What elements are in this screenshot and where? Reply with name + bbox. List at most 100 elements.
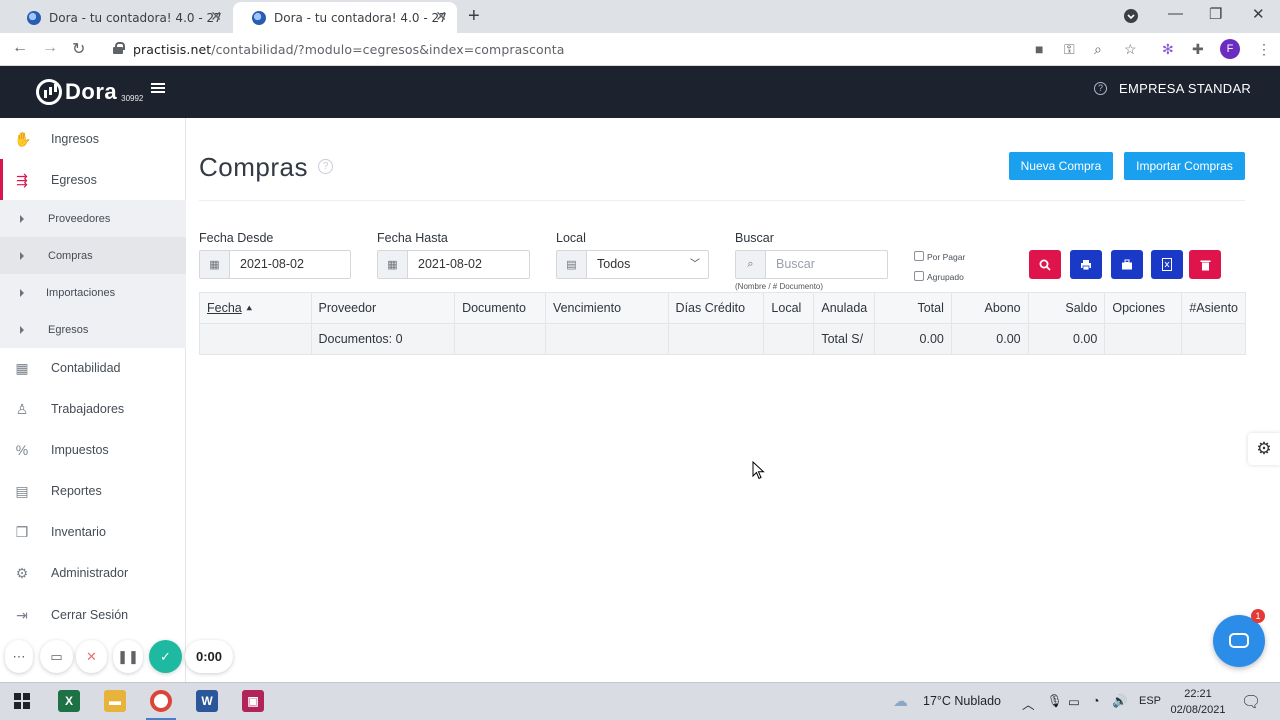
print-icon (1081, 259, 1091, 270)
sidebar-item-label: Cerrar Sesión (51, 607, 129, 622)
importar-compras-button[interactable]: Importar Compras (1124, 152, 1245, 180)
recorder-camera-button[interactable]: ▭ (40, 640, 73, 673)
dora-logo[interactable]: Dora 30992 (36, 79, 143, 105)
help-icon[interactable]: ? (318, 159, 333, 174)
fecha-hasta-field[interactable]: ▦ 2021-08-02 (377, 250, 530, 279)
sidebar-item-administrador[interactable]: ⚙ Administrador (0, 552, 186, 593)
browser-tab-2[interactable]: Dora - tu contadora! 4.0 - 27 ✕ (233, 2, 457, 33)
settings-gear-icon[interactable]: ⚙ (1248, 433, 1280, 465)
forward-icon[interactable]: → (42, 39, 58, 57)
wifi-icon[interactable]: ◔ (1092, 694, 1100, 708)
excel-app-icon[interactable]: X (58, 690, 80, 712)
logo-text: Dora (65, 79, 118, 104)
submenu-item-egresos[interactable]: Egresos (0, 311, 186, 348)
delete-button[interactable] (1189, 250, 1221, 279)
chrome-app-icon[interactable] (150, 690, 172, 712)
page-title: Compras (199, 152, 308, 182)
local-value[interactable]: Todos (587, 251, 690, 278)
help-icon[interactable]: ? (1094, 82, 1107, 95)
briefcase-button[interactable] (1111, 250, 1143, 279)
close-tab-icon[interactable]: ✕ (435, 9, 447, 25)
system-clock[interactable]: 22:21 02/08/2021 (1168, 686, 1228, 718)
hand-coins-icon: ✋ (14, 130, 32, 147)
money-out-icon: ⇶ (16, 171, 28, 188)
zoom-icon[interactable]: ⌕ (1094, 41, 1102, 58)
tab-search-icon[interactable] (1123, 8, 1139, 28)
windows-start-icon[interactable] (14, 693, 30, 714)
sidebar-item-cerrar-sesion[interactable]: ⇥ Cerrar Sesión (0, 594, 186, 635)
sidebar-item-impuestos[interactable]: % Impuestos (0, 429, 186, 470)
sidebar-item-ingresos[interactable]: ✋ Ingresos (0, 118, 186, 159)
print-button[interactable] (1070, 250, 1102, 279)
briefcase-icon (1122, 259, 1132, 269)
puzzle-icon[interactable]: ✚ (1192, 41, 1204, 58)
recorder-cancel-button[interactable]: ✕ (76, 640, 107, 673)
local-select[interactable]: ▤ Todos ﹀ (556, 250, 709, 279)
recorder-finish-button[interactable]: ✓ (149, 640, 182, 673)
sidebar-item-egresos[interactable]: ⇶ Egresos (0, 159, 186, 200)
address-bar: ← → ↻ practisis.net/contabilidad/?modulo… (0, 33, 1280, 66)
camera-icon[interactable]: ■ (1035, 41, 1043, 57)
key-icon[interactable]: ⚿ (1064, 41, 1075, 58)
documentos-count: Documentos: 0 (310, 323, 456, 355)
nueva-compra-button[interactable]: Nueva Compra (1009, 152, 1113, 180)
sidebar-item-trabajadores[interactable]: ♙ Trabajadores (0, 388, 186, 429)
extension-icon[interactable]: ✻ (1162, 41, 1174, 58)
sidebar-item-label: Ingresos (51, 131, 99, 146)
recorder-more-button[interactable]: ⋯ (5, 640, 33, 673)
column-header-anulada: Anulada (813, 292, 876, 324)
back-icon[interactable]: ← (12, 39, 28, 57)
word-app-icon[interactable]: W (196, 690, 218, 712)
weather-text[interactable]: 17°C Nublado (923, 694, 1001, 708)
menu-dots-icon[interactable]: ⋮ (1257, 41, 1271, 58)
url-field[interactable]: practisis.net/contabilidad/?modulo=cegre… (133, 42, 564, 57)
sort-fecha-link[interactable]: Fecha (207, 301, 242, 315)
microphone-icon[interactable]: 🎙 (1047, 694, 1063, 709)
close-window-icon[interactable]: ✕ (1252, 5, 1265, 23)
por-pagar-checkbox[interactable] (914, 251, 924, 261)
sidebar-item-contabilidad[interactable]: ▦ Contabilidad (0, 347, 186, 388)
fecha-hasta-value[interactable]: 2021-08-02 (408, 251, 529, 278)
sidebar-item-label: Contabilidad (51, 360, 121, 375)
search-button[interactable] (1029, 250, 1061, 279)
pdf-app-icon[interactable]: ▣ (242, 690, 264, 712)
submenu-item-importaciones[interactable]: Importaciones (0, 274, 186, 311)
fecha-desde-value[interactable]: 2021-08-02 (230, 251, 350, 278)
reload-icon[interactable]: ↻ (72, 39, 85, 59)
sort-up-icon: ⯅ (245, 304, 254, 315)
close-tab-icon[interactable]: ✕ (210, 9, 222, 25)
buscar-field[interactable]: ⌕ Buscar (735, 250, 888, 279)
recorder-pause-button[interactable]: ❚❚ (113, 640, 143, 673)
company-name[interactable]: EMPRESA STANDAR (1119, 81, 1251, 96)
excel-export-button[interactable] (1151, 250, 1183, 279)
profile-avatar[interactable]: F (1220, 39, 1240, 59)
agrupado-checkbox[interactable] (914, 271, 924, 281)
hamburger-menu-icon[interactable] (151, 83, 165, 93)
sidebar-item-inventario[interactable]: ❒ Inventario (0, 511, 186, 552)
minimize-icon[interactable]: — (1168, 5, 1183, 22)
report-icon: ▤ (15, 482, 29, 499)
browser-tab-1[interactable]: Dora - tu contadora! 4.0 - 27 ✕ (8, 2, 232, 33)
restore-icon[interactable]: ❐ (1209, 5, 1222, 23)
column-header-fecha[interactable]: Fecha ⯅ (199, 292, 312, 324)
notifications-icon[interactable]: 🗨 (1241, 692, 1261, 712)
caret-right-icon (20, 251, 24, 260)
fecha-desde-field[interactable]: ▦ 2021-08-02 (199, 250, 351, 279)
calculator-icon: ▦ (15, 359, 29, 376)
sidebar-item-label: Egresos (51, 172, 97, 187)
file-explorer-icon[interactable]: ▬ (104, 690, 126, 712)
battery-icon[interactable]: ▭ (1068, 694, 1080, 709)
new-tab-button[interactable]: + (468, 5, 480, 28)
caret-right-icon (20, 288, 24, 297)
language-indicator[interactable]: ESP (1139, 695, 1161, 707)
submenu-label: Egresos (48, 323, 89, 336)
sidebar-item-reportes[interactable]: ▤ Reportes (0, 470, 186, 511)
chevron-up-icon[interactable]: ︿ (1022, 694, 1035, 713)
submenu-item-compras[interactable]: Compras (0, 237, 186, 274)
volume-icon[interactable]: 🔊 (1112, 694, 1128, 709)
bookmark-star-icon[interactable]: ☆ (1124, 41, 1137, 58)
search-input[interactable]: Buscar (766, 251, 887, 278)
submenu-item-proveedores[interactable]: Proveedores (0, 200, 186, 237)
summary-cell (199, 323, 312, 355)
lock-icon (113, 42, 125, 54)
